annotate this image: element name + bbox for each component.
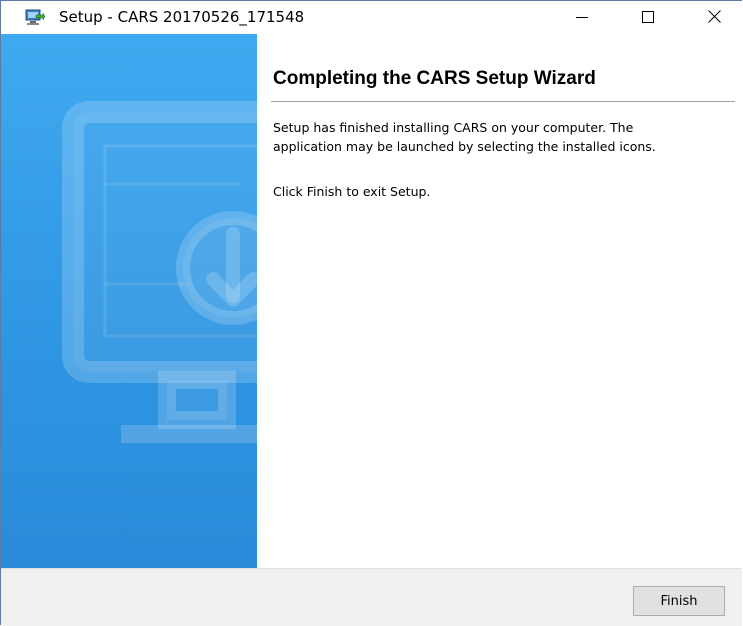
window-title: Setup - CARS 20170526_171548: [59, 8, 305, 26]
setup-installer-icon: [25, 9, 46, 27]
completion-message-line-2: application may be launched by selecting…: [273, 139, 656, 154]
close-icon: [707, 8, 721, 27]
completion-message-line-1: Setup has finished installing CARS on yo…: [273, 120, 634, 135]
wizard-sidebar-banner: [1, 34, 257, 568]
wizard-footer: Finish: [1, 568, 742, 626]
page-heading: Completing the CARS Setup Wizard: [273, 68, 596, 89]
finish-button[interactable]: Finish: [633, 586, 725, 616]
maximize-button[interactable]: [625, 1, 671, 34]
heading-divider: [271, 101, 735, 102]
minimize-button[interactable]: [559, 1, 605, 34]
wizard-content: Completing the CARS Setup Wizard Setup h…: [257, 34, 742, 568]
completion-message: Setup has finished installing CARS on yo…: [273, 118, 723, 156]
close-button[interactable]: [691, 1, 737, 34]
maximize-icon: [642, 8, 654, 27]
minimize-icon: [576, 8, 588, 27]
title-bar[interactable]: Setup - CARS 20170526_171548: [1, 1, 742, 34]
setup-window: Setup - CARS 20170526_171548 Completing …: [0, 0, 742, 626]
exit-instruction: Click Finish to exit Setup.: [273, 184, 431, 199]
